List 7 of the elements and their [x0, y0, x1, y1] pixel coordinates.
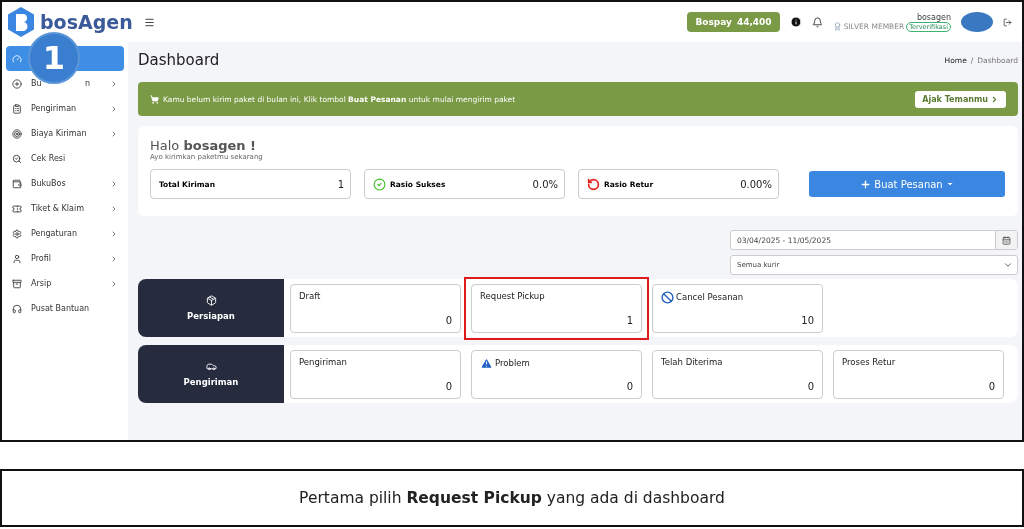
section-header: Persiapan	[138, 279, 284, 337]
greeting: Halo bosagen !	[150, 138, 257, 153]
caption-text: Pertama pilih Request Pickup yang ada di dashboard	[299, 489, 725, 507]
logo-text: bosAgen	[40, 12, 133, 32]
section-header: Pengiriman	[138, 345, 284, 403]
username: bosagen	[916, 12, 951, 22]
page-title: Dashboard	[138, 51, 220, 69]
